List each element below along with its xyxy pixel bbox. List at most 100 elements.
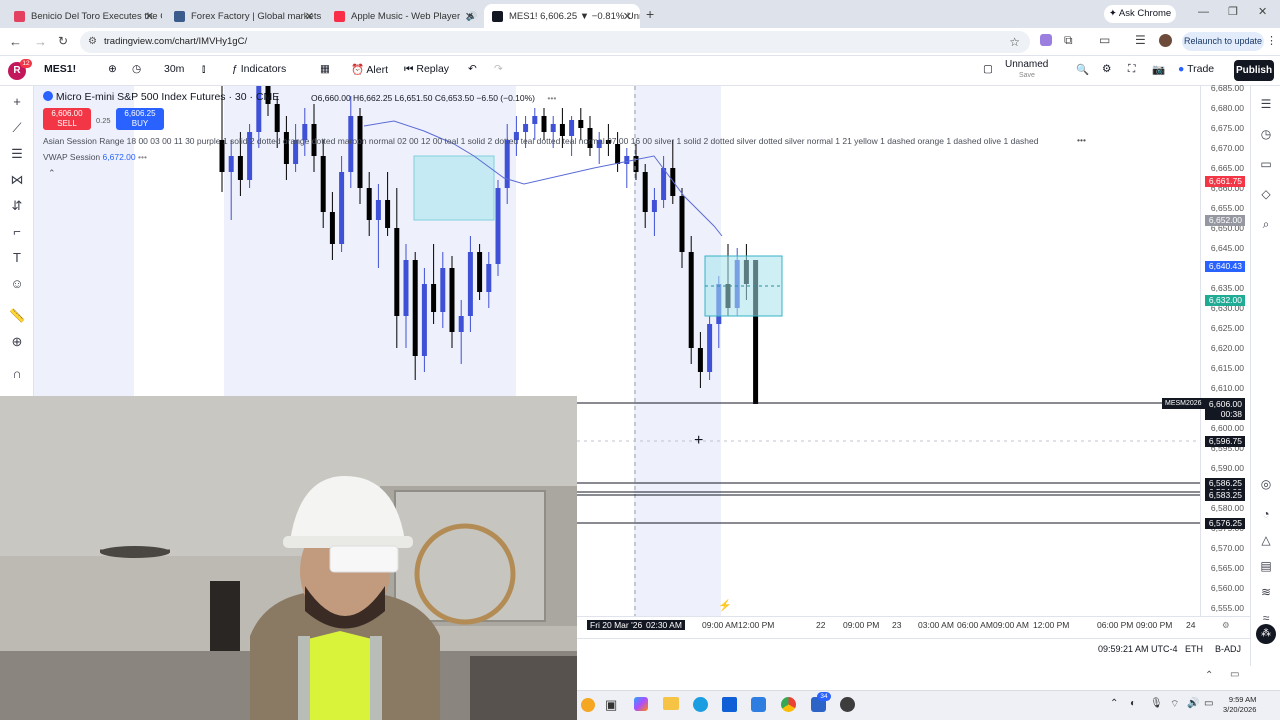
interval-button[interactable]: 30m [164,63,184,75]
edge-icon[interactable] [693,697,708,712]
folder-icon[interactable] [663,697,679,710]
projection-icon[interactable]: ⇵ [9,198,25,214]
emoji-icon[interactable]: ☺ [9,276,25,292]
redo-icon[interactable]: ↷ [494,63,503,75]
price-tag[interactable]: 6,606.00 [1205,399,1245,410]
browser-tab-3[interactable]: Apple Music - Web Player 🔊 ✕ [326,4,482,28]
close-icon[interactable]: ✕ [145,10,154,23]
kebab-menu-icon[interactable]: ⋮ [1266,34,1277,47]
media-icon[interactable]: ☰ [1135,33,1146,47]
collapse-panel-icon[interactable]: ⌃ [1205,670,1213,681]
sell-button[interactable]: 6,606.00 SELL [43,108,91,130]
browser-tab-1[interactable]: Benicio Del Toro Executes the C ✕ [6,4,162,28]
trade-button[interactable]: ● Trade [1178,63,1214,75]
settings-gear-icon[interactable]: ⚙ [1102,63,1111,75]
tray-clock[interactable]: 9:59 AM 3/20/2026 [1223,695,1256,715]
extension-icon[interactable] [1040,34,1052,46]
maximize-panel-icon[interactable]: ▭ [1230,669,1239,680]
target-icon[interactable]: ◎ [1258,476,1274,492]
magnet-icon[interactable]: ∩ [9,366,25,382]
pie-icon[interactable]: ◔ [1258,506,1274,522]
bookmark-star-icon[interactable]: ☆ [1009,31,1020,53]
price-tag[interactable]: 6,661.75 [1205,176,1245,187]
mail-icon[interactable] [751,697,766,712]
reload-icon[interactable]: ↻ [58,34,68,48]
fullscreen-icon[interactable]: ⛶ [1128,63,1135,76]
indicator-legend-asian-session[interactable]: Asian Session Range 18 00 03 00 11 30 pu… [43,136,1103,146]
price-tag[interactable]: 6,576.25 [1205,518,1245,529]
watchlist-icon[interactable]: ☰ [1258,96,1274,112]
site-info-icon[interactable]: ⚙ [88,31,97,53]
profile-avatar[interactable] [1159,34,1172,47]
clock-icon[interactable]: ◷ [132,63,141,75]
time-scale[interactable]: Fri 20 Mar '26 02:30 AM 09:00 AM 12:00 P… [577,616,1250,632]
cast-icon[interactable]: ▭ [1099,33,1110,47]
speaker-icon[interactable]: 🔊 [1187,698,1199,709]
trend-line-icon[interactable]: ⟋ [9,120,25,136]
app-icon-weather[interactable] [581,698,595,712]
tray-overflow-icon[interactable]: ⌃ [1110,698,1118,709]
battery-icon[interactable]: ▭ [1204,698,1213,709]
microphone-icon[interactable]: 🎙 [1150,698,1163,709]
chat-icon[interactable]: ▭ [1258,156,1274,172]
zoom-in-icon[interactable]: ⊕ [9,334,25,350]
templates-icon[interactable]: ▦ [320,63,330,75]
undo-icon[interactable]: ↶ [468,63,477,75]
more-icon[interactable]: ••• [547,93,556,103]
triangle-icon[interactable]: △ [1258,532,1274,548]
publish-button[interactable]: Publish [1234,60,1274,81]
tray-app-icon[interactable]: ◐ [1130,698,1136,709]
app-icon-ai[interactable] [840,697,855,712]
browser-tab-4[interactable]: MES1! 6,606.25 ▼ −0.81% Unn ✕ [484,4,640,28]
session-toggle[interactable]: ETH [1185,644,1203,654]
pattern-icon[interactable]: ⋈ [9,172,25,188]
lightning-icon[interactable]: ⚡ [718,599,732,612]
price-tag[interactable]: 6,640.43 [1205,261,1245,273]
more-icon[interactable]: ••• [1077,135,1086,145]
close-icon[interactable]: ✕ [305,10,314,23]
fib-icon[interactable]: ☰ [9,146,25,162]
task-view-icon[interactable]: ▣ [605,697,617,713]
layout-name-button[interactable]: Unnamed Save [1005,60,1048,81]
clock-readout[interactable]: 09:59:21 AM UTC-4 [1098,644,1178,654]
relaunch-button[interactable]: Relaunch to update [1182,32,1264,51]
wifi-icon[interactable]: ⌔ [1170,698,1179,711]
forward-icon[interactable]: → [34,34,47,49]
price-tag[interactable]: 6,632.00 [1205,295,1245,306]
minimize-icon[interactable]: — [1198,6,1209,18]
ruler-icon[interactable]: 📏 [9,308,25,324]
store-icon[interactable] [722,697,737,712]
price-tag[interactable]: 6,652.00 [1205,215,1245,226]
text-icon[interactable]: T [9,250,25,266]
chrome-icon[interactable] [781,697,796,712]
crosshair-icon[interactable]: + [9,94,25,110]
window-close-icon[interactable]: ✕ [1258,5,1267,18]
url-field[interactable]: ⚙ tradingview.com/chart/IMVHy1gC/ ☆ [80,31,1030,53]
indicator-legend-vwap[interactable]: VWAP Session 6,672.00 ••• [43,152,147,162]
puzzle-icon[interactable]: ⧉ [1064,33,1073,48]
browser-tab-2[interactable]: Forex Factory | Global markets ✕ [166,4,322,28]
brush-icon[interactable]: ⌐ [9,224,25,240]
price-tag[interactable]: 6,596.75 [1205,436,1245,447]
alert-button[interactable]: ⏰ Alert [351,63,388,76]
app-icon-copilot[interactable] [634,697,648,711]
quick-search-icon[interactable]: 🔍 [1076,63,1089,76]
calendar-icon[interactable]: ▤ [1258,558,1274,574]
adjustment-toggle[interactable]: B-ADJ [1215,644,1241,654]
more-icon[interactable]: ••• [138,152,147,162]
replay-button[interactable]: ⏮ Replay [404,63,449,76]
apps-grid-icon[interactable]: ⁂ [1256,624,1276,644]
indicators-button[interactable]: ƒ Indicators [232,63,286,75]
new-tab-icon[interactable]: + [646,6,654,22]
price-scale[interactable]: 6,685.00 6,680.00 6,675.00 6,670.00 6,665.00… [1200,83,1250,616]
alerts-clock-icon[interactable]: ◷ [1258,126,1274,142]
maximize-icon[interactable]: ❐ [1228,5,1238,18]
search-icon[interactable]: ⌕ [1258,216,1274,232]
back-icon[interactable]: ← [9,34,22,49]
candle-type-icon[interactable]: ⫾ [202,63,205,76]
buy-button[interactable]: 6,606.25 BUY [116,108,164,130]
price-tag[interactable]: 6,583.25 [1205,490,1245,501]
collapse-legend-icon[interactable]: ⌃ [48,168,56,179]
broadcast-icon[interactable]: ≋ [1258,584,1274,600]
symbol-legend[interactable]: Micro E-mini S&P 500 Index Futures · 30 … [43,91,279,103]
